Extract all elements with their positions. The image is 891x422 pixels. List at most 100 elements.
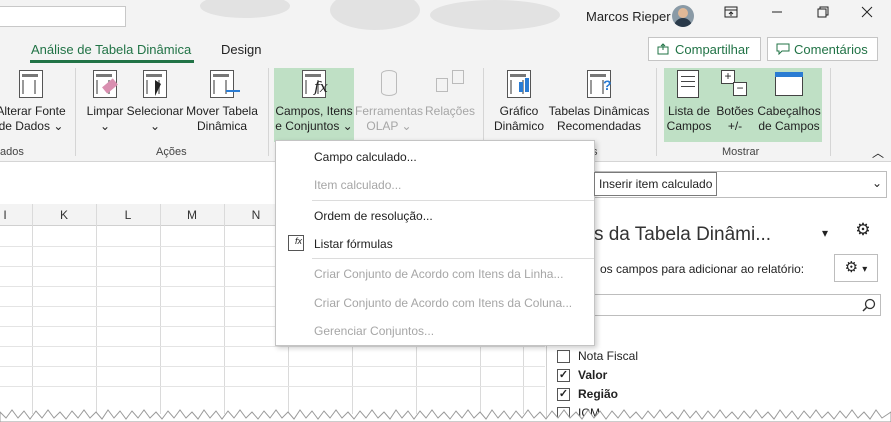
title-bar: Marcos Rieper [0, 0, 891, 34]
column-header[interactable]: M [160, 208, 224, 222]
field-label: Nota Fiscal [578, 349, 639, 363]
collapse-ribbon-icon[interactable]: ︿ [872, 144, 884, 161]
pane-subtitle: os campos para adicionar ao relatório: [600, 262, 805, 276]
background-decoration [200, 0, 290, 18]
fx-table-icon: fx [298, 68, 330, 100]
field-headers-icon [773, 68, 805, 100]
fields-items-sets-label-2: e Conjuntos ⌄ [275, 119, 353, 133]
menu-item-manage-sets[interactable]: Gerenciar Conjuntos... [314, 324, 434, 338]
close-pane-icon[interactable]: ⚙ [847, 220, 879, 246]
gridline [0, 366, 545, 367]
pivot-chart-button[interactable]: Gráfico Dinâmico [490, 68, 548, 134]
data-source-icon [15, 68, 47, 100]
plus-minus-buttons-button[interactable]: + − Botões +/- [714, 68, 756, 142]
present-icon[interactable] [716, 6, 746, 26]
relationships-icon [434, 68, 466, 100]
relationships-label: Relações [424, 104, 476, 118]
settings-gear-icon[interactable]: ⚙ ▾ [834, 254, 878, 282]
field-item-regiao[interactable]: ✓ Região [557, 387, 618, 401]
field-item-nota-fiscal[interactable]: Nota Fiscal [557, 349, 638, 363]
avatar[interactable] [672, 5, 694, 27]
plus-minus-label-2: +/- [727, 119, 743, 133]
tooltip: Inserir item calculado [594, 172, 718, 196]
ribbon-tabs: Análise de Tabela Dinâmica Design Compar… [0, 34, 891, 64]
checkbox[interactable] [557, 349, 570, 363]
share-button[interactable]: Compartilhar [648, 37, 761, 61]
field-headers-button[interactable]: Cabeçalhos de Campos [756, 68, 822, 142]
select-button[interactable]: Selecionar ⌄ [126, 68, 184, 134]
column-header[interactable]: K [32, 208, 96, 222]
group-separator [830, 68, 831, 156]
select-cursor-icon [139, 68, 171, 100]
menu-separator [312, 200, 594, 201]
minimize-icon[interactable] [762, 6, 792, 26]
olap-tools-label-1: Ferramentas [354, 104, 424, 118]
menu-item-calculated-field[interactable]: Campo calculado... [314, 150, 417, 164]
group-separator [656, 68, 657, 156]
background-decoration [430, 0, 560, 30]
search-box[interactable] [0, 6, 126, 27]
column-header[interactable]: L [96, 208, 160, 222]
field-headers-label-1: Cabeçalhos [757, 104, 821, 118]
relationships-button[interactable]: Relações [424, 68, 476, 119]
field-search-input[interactable]: ar [557, 294, 881, 316]
select-label: Selecionar [126, 104, 184, 118]
change-source-label-2: de Dados ⌄ [0, 119, 64, 133]
field-label: Valor [578, 368, 608, 382]
move-pivot-label-1: Mover Tabela [186, 104, 258, 118]
field-list-button[interactable]: Lista de Campos [664, 68, 714, 142]
search-icon [862, 298, 876, 312]
comments-button[interactable]: Comentários [767, 37, 878, 61]
menu-item-create-set-rows[interactable]: Criar Conjunto de Acordo com Itens da Li… [314, 267, 563, 281]
tab-analise[interactable]: Análise de Tabela Dinâmica [31, 42, 191, 57]
gridline [96, 204, 97, 414]
group-dados-label: ados [0, 146, 24, 158]
field-list-icon [673, 68, 705, 100]
gridline [32, 204, 33, 414]
menu-item-create-set-columns[interactable]: Criar Conjunto de Acordo com Itens da Co… [314, 296, 572, 310]
pivot-chart-label-2: Dinâmico [493, 119, 544, 133]
active-tab-indicator [30, 60, 194, 63]
pane-options-dropdown-icon[interactable]: ▾ [822, 226, 828, 240]
olap-tools-label-2: OLAP ⌄ [366, 119, 412, 133]
change-source-button[interactable]: Alterar Fonte de Dados ⌄ [0, 68, 66, 134]
pivot-chart-label-1: Gráfico [499, 104, 539, 118]
close-icon[interactable] [852, 6, 882, 26]
gridline [0, 386, 545, 387]
menu-item-list-formulas[interactable]: Listar fórmulas [314, 237, 393, 251]
group-separator [268, 68, 269, 156]
olap-tools-button[interactable]: Ferramentas OLAP ⌄ [354, 68, 424, 134]
field-list-label-1: Lista de [667, 104, 711, 118]
fields-items-sets-button[interactable]: fx Campos, Itens e Conjuntos ⌄ [274, 68, 354, 142]
user-name[interactable]: Marcos Rieper [586, 9, 671, 24]
restore-icon[interactable] [808, 6, 838, 26]
menu-item-calculated-item[interactable]: Item calculado... [314, 178, 401, 192]
fields-items-sets-label-1: Campos, Itens [275, 104, 353, 118]
tab-design[interactable]: Design [221, 42, 261, 57]
share-label: Compartilhar [675, 41, 750, 57]
column-header[interactable]: I [0, 208, 10, 222]
list-formulas-icon: fx [288, 235, 304, 251]
menu-item-solve-order[interactable]: Ordem de resolução... [314, 209, 433, 223]
eraser-icon [89, 68, 121, 100]
checkbox-checked[interactable]: ✓ [557, 368, 570, 382]
olap-database-icon [373, 68, 405, 100]
field-item-valor[interactable]: ✓ Valor [557, 368, 607, 382]
torn-edge-decoration [0, 409, 891, 422]
recommended-pivots-label-1: Tabelas Dinâmicas [548, 104, 650, 118]
menu-separator [312, 258, 594, 259]
recommended-pivots-button[interactable]: ? Tabelas Dinâmicas Recomendadas [548, 68, 650, 134]
clear-label: Limpar [86, 104, 124, 118]
checkbox-checked[interactable]: ✓ [557, 387, 570, 401]
comment-icon [776, 43, 790, 55]
change-source-label-1: Alterar Fonte [0, 104, 66, 118]
recommended-pivots-label-2: Recomendadas [556, 119, 642, 133]
formula-expand-icon[interactable]: ⌄ [872, 176, 882, 190]
background-decoration [330, 0, 420, 30]
clear-dropdown: ⌄ [99, 119, 111, 133]
field-headers-label-2: de Campos [758, 119, 820, 133]
field-list-label-2: Campos [666, 119, 712, 133]
clear-button[interactable]: Limpar ⌄ [84, 68, 126, 134]
move-pivot-button[interactable]: Mover Tabela Dinâmica [186, 68, 258, 134]
comments-label: Comentários [794, 41, 868, 57]
